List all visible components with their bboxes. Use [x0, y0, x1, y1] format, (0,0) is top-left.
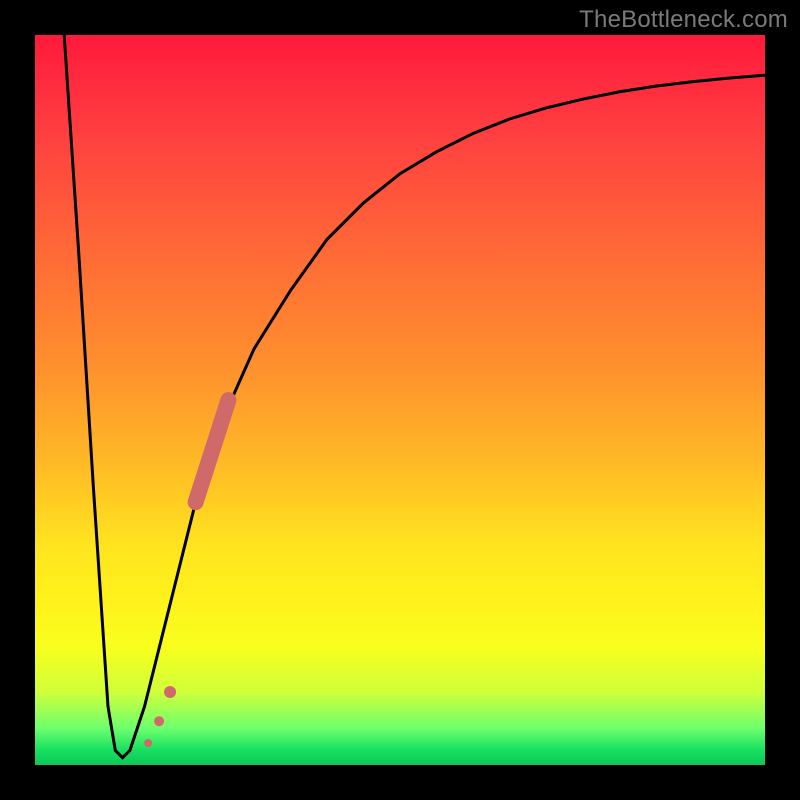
marker-dot-2 — [154, 716, 164, 726]
marker-dot-3 — [144, 739, 152, 747]
plot-area — [35, 35, 765, 765]
bottleneck-curve — [64, 35, 765, 758]
watermark-text: TheBottleneck.com — [579, 6, 788, 34]
highlight-segment — [196, 400, 229, 502]
marker-dot-1 — [164, 686, 176, 698]
curve-layer — [35, 35, 765, 765]
chart-frame: TheBottleneck.com — [0, 0, 800, 800]
